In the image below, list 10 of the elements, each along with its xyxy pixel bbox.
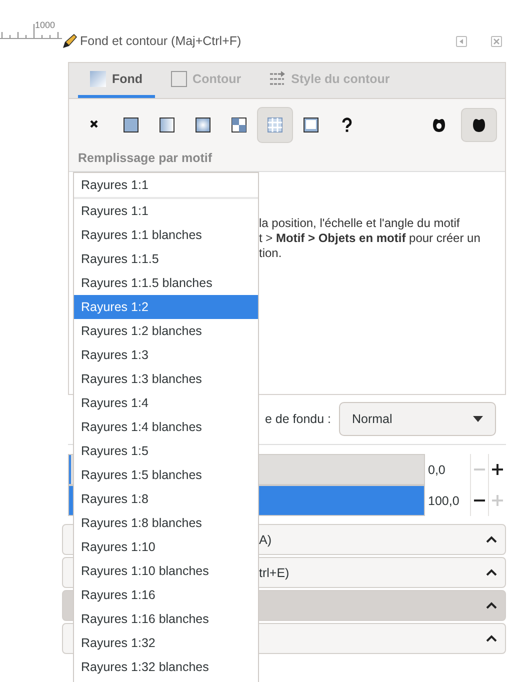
ruler-label: 1000 — [35, 20, 56, 30]
slider-value: 100,0 — [427, 494, 460, 508]
slider-value: 0,0 — [427, 462, 446, 476]
hint-text: la position, l'échelle et l'angle du motif — [259, 216, 461, 231]
blend-label: e de fondu : — [264, 412, 331, 426]
pattern-value: Rayures 1:1 — [81, 178, 148, 192]
section-label: Remplissage par motif — [78, 151, 212, 165]
hint-text: t > Motif > Objets en motif pour créer un — [259, 231, 482, 246]
hint-text: tion. — [259, 246, 283, 261]
dialog-title: Fond et contour (Maj+Ctrl+F) — [80, 34, 242, 48]
